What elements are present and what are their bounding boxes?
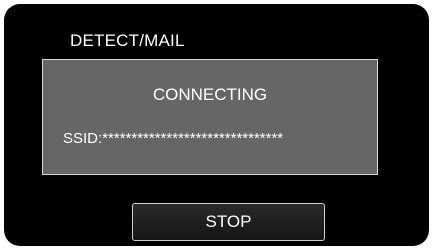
screen-title: DETECT/MAIL [70,31,185,50]
connection-status: CONNECTING [152,85,268,104]
connection-dialog: CONNECTING SSID:************************… [42,59,378,175]
device-screen: DETECT/MAIL CONNECTING SSID:************… [4,4,429,246]
ssid-value: SSID:******************************* [63,130,284,147]
stop-button[interactable]: STOP [132,203,325,241]
